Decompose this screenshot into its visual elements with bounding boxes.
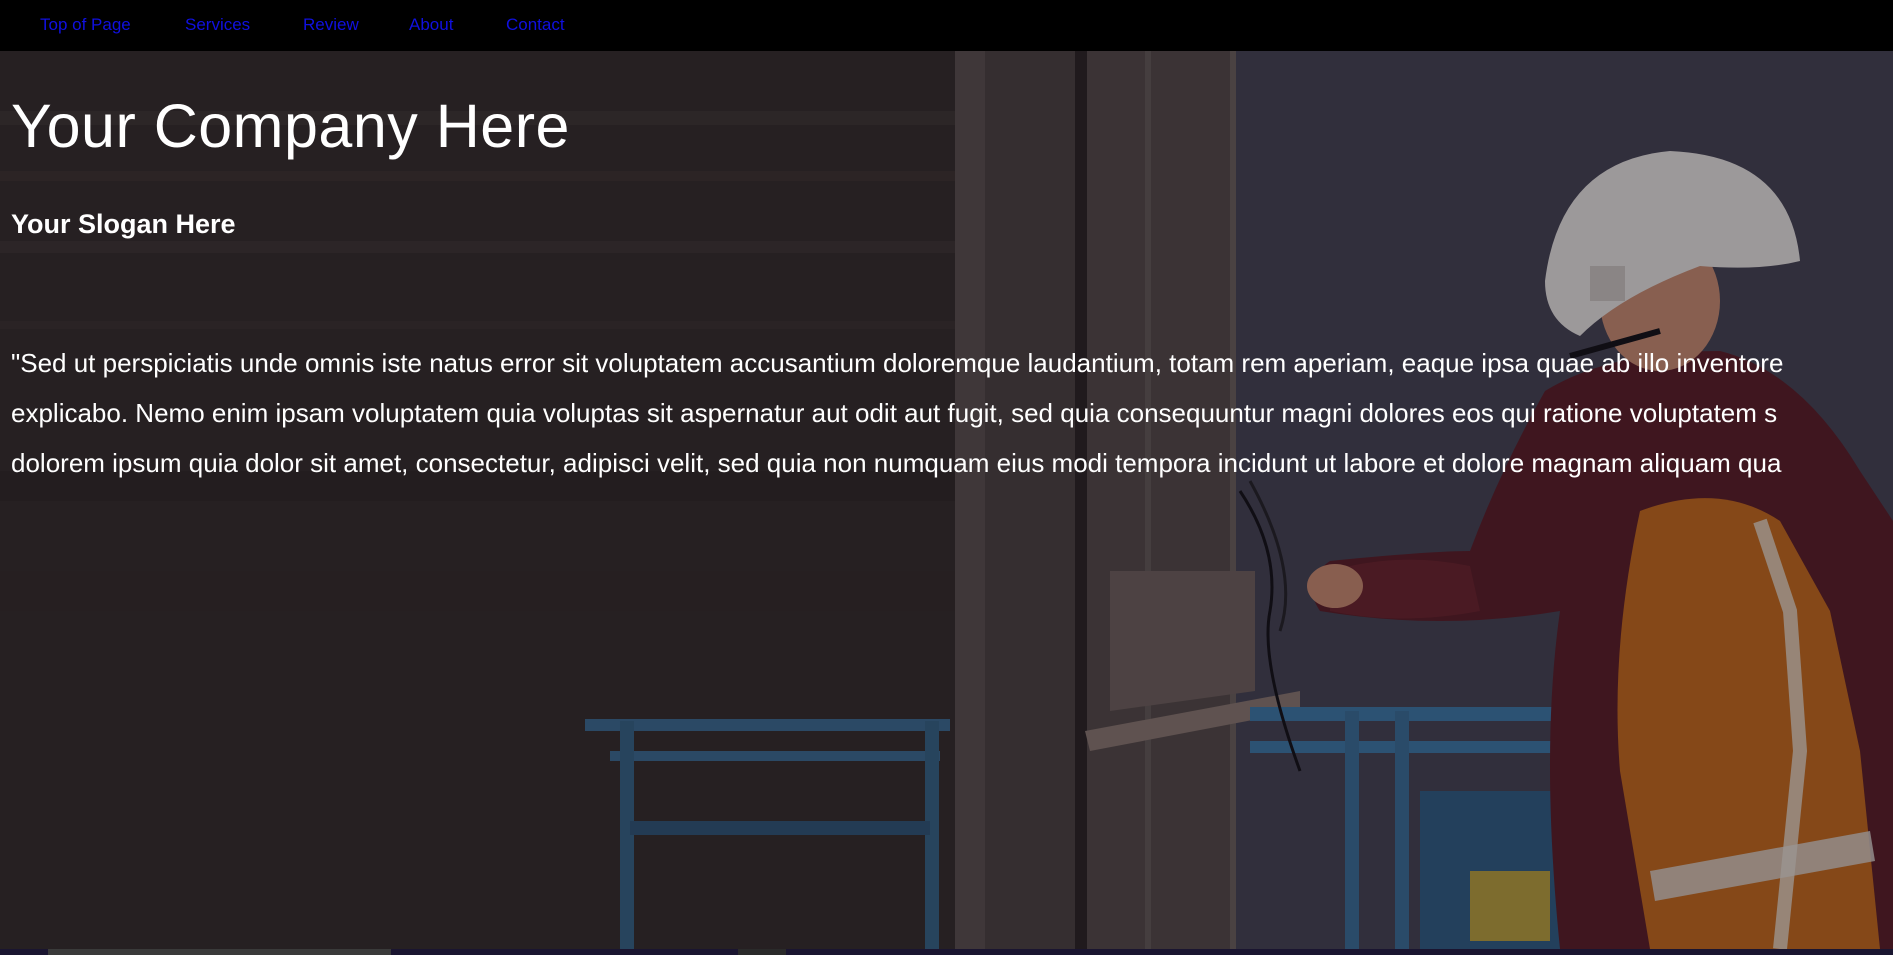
nav-link-review[interactable]: Review — [303, 15, 359, 35]
nav-link-top-of-page[interactable]: Top of Page — [40, 15, 131, 35]
quote-line-1: "Sed ut perspiciatis unde omnis iste nat… — [11, 348, 1784, 378]
bottom-strip-segment — [738, 949, 786, 955]
top-navigation: Top of Page Services Review About Contac… — [0, 0, 1893, 51]
company-name: Your Company Here — [11, 92, 570, 160]
hero-section: Your Company Here Your Slogan Here "Sed … — [0, 51, 1893, 949]
page: Top of Page Services Review About Contac… — [0, 0, 1893, 955]
hero-dark-overlay — [0, 51, 1893, 949]
bottom-strip-segment — [48, 949, 391, 955]
nav-link-services[interactable]: Services — [185, 15, 250, 35]
company-slogan: Your Slogan Here — [11, 209, 236, 239]
quote-line-2: explicabo. Nemo enim ipsam voluptatem qu… — [11, 398, 1778, 428]
quote-line-3: dolorem ipsum quia dolor sit amet, conse… — [11, 448, 1782, 478]
nav-link-contact[interactable]: Contact — [506, 15, 565, 35]
nav-link-about[interactable]: About — [409, 15, 453, 35]
